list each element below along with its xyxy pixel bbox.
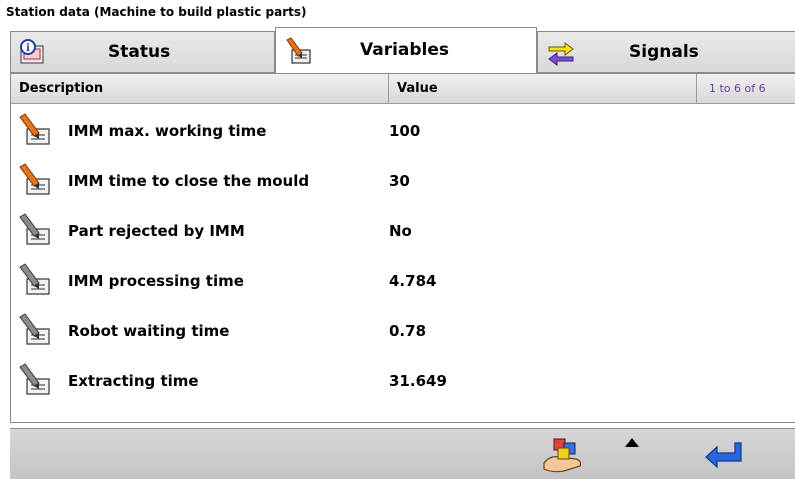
table-row[interactable]: Part rejected by IMM No [11, 206, 795, 256]
pencil-orange-icon [19, 113, 50, 145]
table-row[interactable]: Robot waiting time 0.78 [11, 306, 795, 356]
tab-bar: i Status Variables Signals [10, 27, 795, 73]
column-header-value[interactable]: Value [389, 74, 697, 104]
hand-blocks-icon[interactable] [540, 433, 586, 475]
pencil-gray-icon [19, 213, 50, 245]
row-description: IMM processing time [68, 272, 244, 290]
pencil-edit-icon [286, 37, 311, 64]
swap-arrows-icon [548, 42, 574, 66]
table-header: Description Value 1 to 6 of 6 [11, 74, 795, 104]
row-description: IMM max. working time [68, 122, 267, 140]
row-value: 100 [389, 122, 421, 140]
row-description: IMM time to close the mould [68, 172, 310, 190]
tab-variables[interactable]: Variables [275, 27, 537, 73]
column-header-description[interactable]: Description [11, 74, 389, 104]
pencil-gray-icon [19, 263, 50, 295]
pencil-orange-icon [19, 163, 50, 195]
row-value: 30 [389, 172, 410, 190]
tab-variables-label: Variables [360, 40, 450, 60]
table-row[interactable]: IMM time to close the mould 30 [11, 156, 795, 206]
variables-table: Description Value 1 to 6 of 6 IMM max. w… [10, 73, 795, 423]
svg-text:i: i [26, 43, 30, 54]
row-description: Robot waiting time [68, 322, 230, 340]
bottom-toolbar [10, 428, 795, 479]
pencil-gray-icon [19, 363, 50, 395]
scroll-up-arrow-icon[interactable] [622, 435, 642, 451]
row-value: 31.649 [389, 372, 447, 390]
enter-return-icon[interactable] [703, 439, 745, 471]
table-row[interactable]: IMM processing time 4.784 [11, 256, 795, 306]
tab-signals-label: Signals [629, 42, 699, 62]
tab-status[interactable]: i Status [10, 31, 275, 73]
pencil-gray-icon [19, 313, 50, 345]
row-description: Extracting time [68, 372, 199, 390]
window-title: Station data (Machine to build plastic p… [6, 5, 307, 19]
tab-status-label: Status [108, 42, 171, 62]
row-value: 0.78 [389, 322, 427, 340]
paging-indicator: 1 to 6 of 6 [709, 82, 766, 95]
row-description: Part rejected by IMM [68, 222, 245, 240]
table-row[interactable]: Extracting time 31.649 [11, 356, 795, 406]
row-value: No [389, 222, 412, 240]
table-row[interactable]: IMM max. working time 100 [11, 106, 795, 156]
row-value: 4.784 [389, 272, 437, 290]
tab-signals[interactable]: Signals [537, 31, 795, 73]
info-monitor-icon: i [20, 39, 44, 64]
